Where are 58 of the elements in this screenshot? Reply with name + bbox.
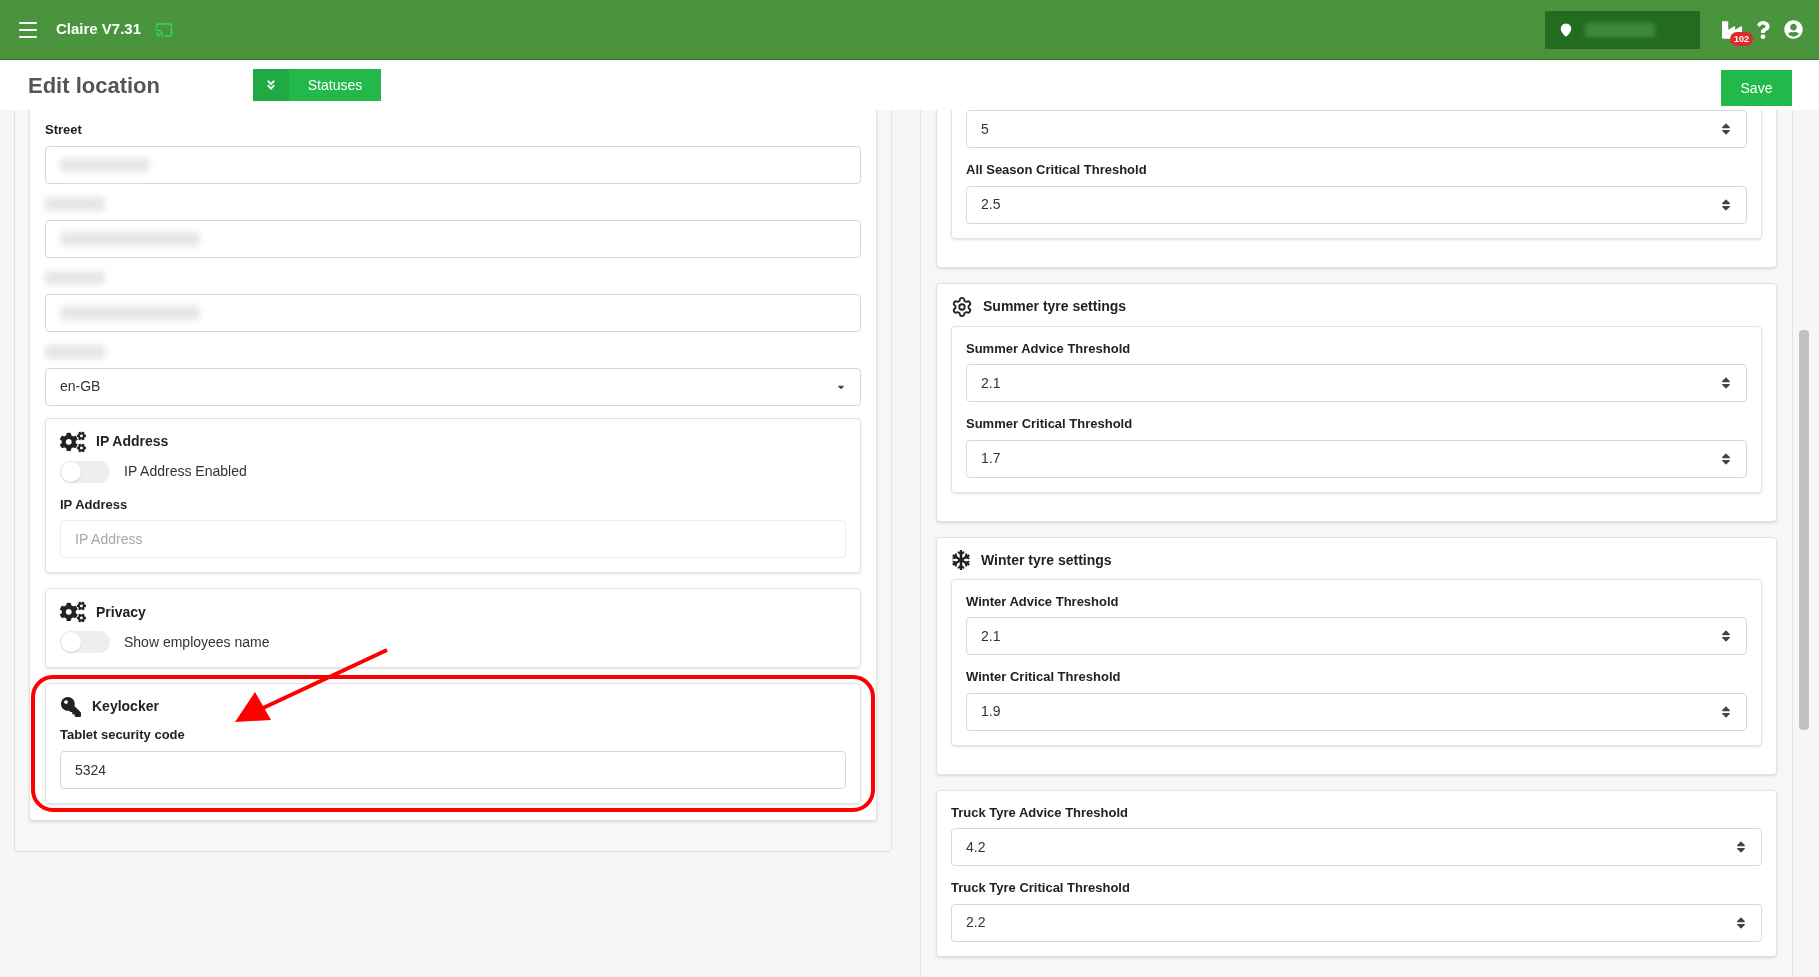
number-field[interactable]: 2.1 (966, 617, 1747, 655)
field-label: Tablet security code (60, 726, 186, 744)
number-field[interactable]: 5 (966, 110, 1747, 148)
snowflake-icon (951, 550, 971, 570)
card-title: Winter tyre settings (981, 550, 1112, 570)
page-title: Edit location (28, 71, 161, 100)
field-label: Summer Advice Threshold (966, 339, 1132, 358)
app-title: Claire V7.31 (56, 19, 142, 40)
spinner-icon[interactable] (1720, 629, 1732, 643)
text-field[interactable] (45, 145, 861, 184)
spinner-icon[interactable] (1720, 451, 1732, 466)
spinner-icon[interactable] (1720, 704, 1732, 719)
ip-address-field[interactable]: IP Address (60, 520, 846, 558)
text-field[interactable] (45, 293, 861, 332)
number-field[interactable]: 1.7 (966, 439, 1747, 478)
spinner-icon[interactable] (1720, 376, 1732, 390)
field-label: All Season Critical Threshold (966, 161, 1148, 179)
pin-icon (1559, 22, 1573, 37)
card-title: Summer tyre settings (983, 297, 1127, 316)
field-label: Truck Tyre Critical Threshold (951, 879, 1131, 897)
spinner-icon[interactable] (1720, 122, 1732, 136)
blurred-label (45, 270, 105, 285)
field-label: Street (45, 121, 83, 139)
notification-badge: 102 (1730, 31, 1754, 46)
help-icon[interactable] (1756, 20, 1770, 39)
cast-icon[interactable] (155, 20, 174, 39)
number-field[interactable]: 4.2 (951, 828, 1762, 866)
spinner-icon[interactable] (1735, 840, 1747, 854)
key-icon (60, 696, 82, 717)
card-title: Privacy (96, 602, 146, 622)
gears-icon (60, 430, 86, 453)
number-field[interactable]: 2.2 (951, 903, 1762, 942)
language-select[interactable]: en-GB (45, 367, 861, 406)
spinner-icon[interactable] (1720, 197, 1732, 212)
number-field[interactable]: 2.5 (966, 185, 1747, 224)
toggle-label: IP Address Enabled (124, 462, 247, 481)
field-label: Summer Critical Threshold (966, 415, 1134, 433)
user-icon[interactable] (1784, 20, 1803, 39)
blurred-label (45, 196, 105, 211)
toggle-switch[interactable] (60, 631, 110, 653)
gear-icon (951, 295, 973, 318)
number-field[interactable]: 1.9 (966, 692, 1747, 731)
card-title: Keylocker (92, 697, 159, 716)
field-label: Winter Advice Threshold (966, 592, 1120, 611)
toggle-switch[interactable] (60, 460, 110, 483)
field-label: Truck Tyre Advice Threshold (951, 803, 1129, 822)
blurred-label (45, 344, 105, 359)
spinner-icon[interactable] (1735, 915, 1747, 930)
double-chevron-icon (265, 79, 277, 91)
number-field[interactable]: 2.1 (966, 364, 1747, 402)
field-label: IP Address (60, 495, 129, 514)
text-field[interactable] (45, 219, 861, 258)
toggle-label: Show employees name (124, 632, 270, 652)
card-title: IP Address (96, 432, 169, 451)
field-label: Winter Critical Threshold (966, 668, 1122, 686)
security-code-field[interactable]: 5324 (60, 750, 846, 789)
blurred-value (1585, 22, 1655, 37)
gears-icon (60, 601, 86, 623)
